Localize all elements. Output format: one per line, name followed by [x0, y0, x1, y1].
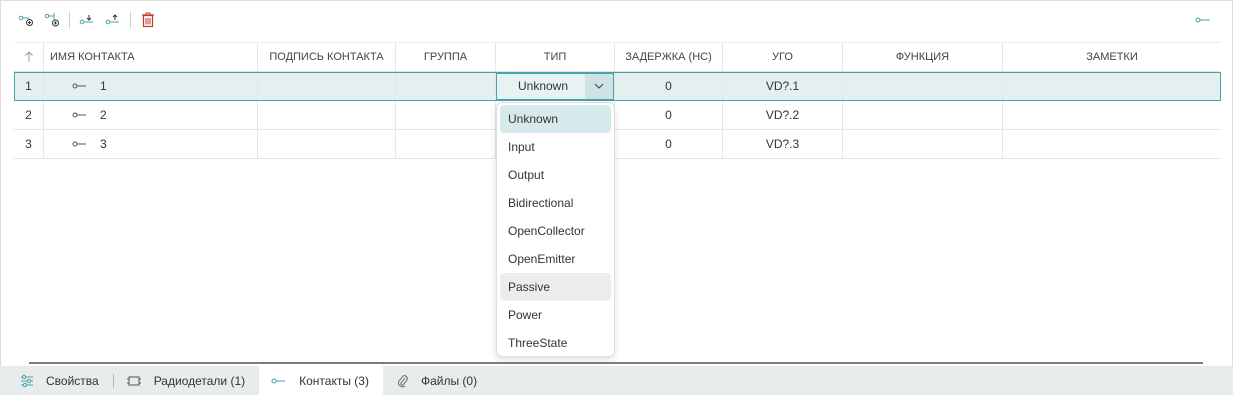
tab-contacts[interactable]: Контакты (3)	[259, 366, 383, 395]
function-cell[interactable]	[843, 130, 1003, 158]
tab-files[interactable]: Файлы (0)	[383, 366, 491, 395]
pin-name-cell[interactable]: 1	[44, 72, 258, 100]
notes-cell[interactable]	[1003, 130, 1221, 158]
header-group[interactable]: ГРУППА	[396, 43, 496, 71]
tab-properties[interactable]: Свойства	[0, 366, 113, 395]
pin-icon	[72, 111, 88, 119]
ugo-cell[interactable]: VD?.2	[723, 101, 843, 129]
chip-icon	[126, 375, 142, 387]
toolbar	[15, 9, 163, 31]
row-index: 2	[14, 101, 44, 129]
toolbar-separator	[130, 12, 131, 28]
header-notes[interactable]: ЗАМЕТКИ	[1003, 43, 1221, 71]
type-dropdown-menu: Unknown Input Output Bidirectional OpenC…	[496, 102, 615, 357]
sort-up-arrow-icon[interactable]	[14, 43, 44, 71]
table-row[interactable]: 1 1 Unknown 0 VD?.1	[14, 72, 1221, 101]
pin-view-icon[interactable]	[1192, 9, 1214, 31]
delete-icon[interactable]	[137, 9, 159, 31]
ugo-cell[interactable]: VD?.3	[723, 130, 843, 158]
delay-cell[interactable]: 0	[615, 101, 723, 129]
bottom-tabbar: Свойства Радиодетали (1) Контакты (3) Фа…	[0, 366, 1233, 395]
paperclip-icon	[397, 374, 409, 388]
pin-name: 1	[100, 79, 107, 93]
type-select[interactable]: Unknown	[496, 72, 614, 100]
pin-name: 3	[100, 137, 107, 151]
header-pin-name[interactable]: ИМЯ КОНТАКТА	[44, 43, 258, 71]
header-ugo[interactable]: УГО	[723, 43, 843, 71]
dropdown-option-passive[interactable]: Passive	[500, 273, 611, 301]
pin-label-cell[interactable]	[258, 130, 396, 158]
horizontal-scrollbar[interactable]	[29, 362, 1203, 364]
pin-icon	[271, 377, 287, 385]
table-row[interactable]: 3 3 0 VD?.3	[14, 130, 1221, 159]
type-cell[interactable]: Unknown	[496, 72, 615, 100]
header-pin-label[interactable]: ПОДПИСЬ КОНТАКТА	[258, 43, 396, 71]
contacts-table: ИМЯ КОНТАКТА ПОДПИСЬ КОНТАКТА ГРУППА ТИП…	[14, 42, 1221, 159]
delay-cell[interactable]: 0	[615, 72, 723, 100]
toolbar-separator	[69, 12, 70, 28]
function-cell[interactable]	[843, 101, 1003, 129]
notes-cell[interactable]	[1003, 101, 1221, 129]
dropdown-option-opencollector[interactable]: OpenCollector	[500, 217, 611, 245]
add-pin-after-icon[interactable]	[41, 9, 63, 31]
header-type[interactable]: ТИП	[496, 43, 615, 71]
pin-name-cell[interactable]: 2	[44, 101, 258, 129]
group-cell[interactable]	[396, 72, 496, 100]
add-pin-before-icon[interactable]	[15, 9, 37, 31]
chevron-down-icon[interactable]	[585, 73, 613, 99]
pin-name-cell[interactable]: 3	[44, 130, 258, 158]
tab-label: Свойства	[46, 373, 99, 388]
header-function[interactable]: ФУНКЦИЯ	[843, 43, 1003, 71]
row-index: 1	[14, 72, 44, 100]
sliders-icon	[20, 374, 34, 388]
tab-label: Радиодетали (1)	[153, 373, 246, 388]
tab-label: Контакты (3)	[299, 373, 369, 388]
tab-label: Файлы (0)	[420, 373, 478, 388]
pin-label-cell[interactable]	[258, 72, 396, 100]
dropdown-option-output[interactable]: Output	[500, 161, 611, 189]
pin-icon	[72, 82, 88, 90]
pin-label-cell[interactable]	[258, 101, 396, 129]
dropdown-option-bidirectional[interactable]: Bidirectional	[500, 189, 611, 217]
ugo-cell[interactable]: VD?.1	[723, 72, 843, 100]
table-header: ИМЯ КОНТАКТА ПОДПИСЬ КОНТАКТА ГРУППА ТИП…	[14, 42, 1221, 72]
dropdown-option-openemitter[interactable]: OpenEmitter	[500, 245, 611, 273]
notes-cell[interactable]	[1003, 72, 1221, 100]
move-pin-up-icon[interactable]	[102, 9, 124, 31]
header-delay[interactable]: ЗАДЕРЖКА (НС)	[615, 43, 723, 71]
row-index: 3	[14, 130, 44, 158]
pin-name: 2	[100, 108, 107, 122]
pin-icon	[72, 140, 88, 148]
delay-cell[interactable]: 0	[615, 130, 723, 158]
move-pin-down-icon[interactable]	[76, 9, 98, 31]
group-cell[interactable]	[396, 130, 496, 158]
function-cell[interactable]	[843, 72, 1003, 100]
table-row[interactable]: 2 2 0 VD?.2	[14, 101, 1221, 130]
dropdown-option-power[interactable]: Power	[500, 301, 611, 329]
dropdown-option-unknown[interactable]: Unknown	[500, 105, 611, 133]
dropdown-option-input[interactable]: Input	[500, 133, 611, 161]
tab-components[interactable]: Радиодетали (1)	[114, 366, 259, 395]
contacts-panel: ИМЯ КОНТАКТА ПОДПИСЬ КОНТАКТА ГРУППА ТИП…	[0, 0, 1233, 366]
group-cell[interactable]	[396, 101, 496, 129]
dropdown-option-threestate[interactable]: ThreeState	[500, 329, 611, 357]
